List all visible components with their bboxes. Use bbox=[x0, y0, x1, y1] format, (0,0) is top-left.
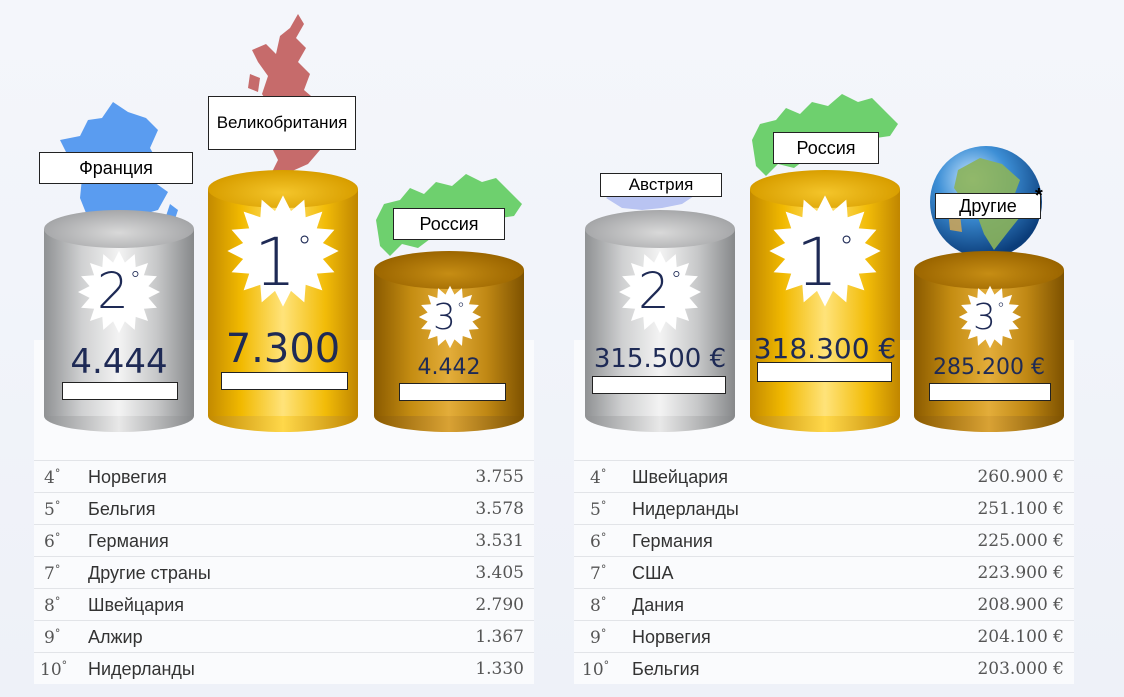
rank-cell: 8° bbox=[44, 595, 61, 616]
table-row: 7° США 223.900 € bbox=[574, 556, 1074, 588]
value-cell: 223.900 € bbox=[977, 563, 1064, 583]
country-cell: Норвегия bbox=[632, 627, 711, 647]
table-row: 9° Алжир 1.367 bbox=[34, 620, 534, 652]
rank-cell: 5° bbox=[44, 499, 61, 520]
value-cell: 204.100 € bbox=[977, 627, 1064, 647]
value-cell: 1.330 bbox=[475, 659, 524, 679]
rank-number: 1° bbox=[254, 224, 312, 301]
country-label: Австрия bbox=[600, 173, 722, 197]
rank-cell: 7° bbox=[44, 563, 61, 584]
table-row: 5° Бельгия 3.578 bbox=[34, 492, 534, 524]
podium-value: 7.300 bbox=[225, 326, 341, 372]
rank-cell: 9° bbox=[44, 627, 61, 648]
country-cell: Бельгия bbox=[88, 499, 156, 519]
value-cell: 225.000 € bbox=[977, 531, 1064, 551]
blank-label-box bbox=[62, 382, 178, 400]
table-row: 7° Другие страны 3.405 bbox=[34, 556, 534, 588]
rank-cell: 5° bbox=[590, 499, 607, 520]
blank-label-box bbox=[592, 376, 726, 394]
ranking-table-left: 4° Норвегия 3.755 5° Бельгия 3.578 6° Германи… bbox=[34, 460, 534, 684]
rank-number: 2° bbox=[637, 262, 683, 320]
country-cell: Алжир bbox=[88, 627, 143, 647]
rank-cell: 4° bbox=[44, 467, 61, 488]
country-cell: Нидерланды bbox=[632, 499, 739, 519]
rank-number: 3° bbox=[973, 297, 1005, 338]
rank-cell: 9° bbox=[590, 627, 607, 648]
country-label: Россия bbox=[393, 208, 505, 240]
table-row: 9° Норвегия 204.100 € bbox=[574, 620, 1074, 652]
country-cell: Нидерланды bbox=[88, 659, 195, 679]
table-row: 5° Нидерланды 251.100 € bbox=[574, 492, 1074, 524]
country-cell: Швейцария bbox=[88, 595, 185, 615]
rank-cell: 7° bbox=[590, 563, 607, 584]
value-cell: 1.367 bbox=[475, 627, 524, 647]
podium-value: 4.444 bbox=[70, 342, 168, 382]
country-cell: США bbox=[632, 563, 674, 583]
country-cell: Швейцария bbox=[632, 467, 729, 487]
rank-number: 3° bbox=[433, 297, 465, 338]
blank-label-box bbox=[757, 362, 892, 382]
rank-number: 2° bbox=[96, 262, 142, 320]
table-row: 4° Швейцария 260.900 € bbox=[574, 460, 1074, 492]
rank-cell: 8° bbox=[590, 595, 607, 616]
ranking-table-right: 4° Швейцария 260.900 € 5° Нидерланды 251.100… bbox=[574, 460, 1074, 684]
podium-value: 315.500 € bbox=[593, 344, 727, 374]
table-row: 10° Бельгия 203.000 € bbox=[574, 652, 1074, 684]
blank-label-box bbox=[221, 372, 348, 390]
rank-number: 1° bbox=[796, 224, 854, 301]
table-row: 6° Германия 225.000 € bbox=[574, 524, 1074, 556]
podium-value: 318.300 € bbox=[753, 332, 897, 365]
value-cell: 251.100 € bbox=[977, 499, 1064, 519]
country-label: Россия bbox=[773, 132, 879, 164]
country-cell: Дания bbox=[632, 595, 684, 615]
table-row: 8° Швейцария 2.790 bbox=[34, 588, 534, 620]
value-cell: 260.900 € bbox=[977, 467, 1064, 487]
country-cell: Германия bbox=[632, 531, 713, 551]
value-cell: 3.531 bbox=[475, 531, 524, 551]
rank-cell: 4° bbox=[590, 467, 607, 488]
table-row: 4° Норвегия 3.755 bbox=[34, 460, 534, 492]
blank-label-box bbox=[399, 383, 506, 401]
table-row: 10° Нидерланды 1.330 bbox=[34, 652, 534, 684]
country-cell: Бельгия bbox=[632, 659, 700, 679]
country-cell: Другие страны bbox=[88, 563, 211, 583]
russia-map-icon bbox=[752, 94, 898, 176]
blank-label-box bbox=[929, 383, 1051, 401]
country-label: Великобритания bbox=[208, 96, 356, 150]
value-cell: 208.900 € bbox=[977, 595, 1064, 615]
footnote-asterisk: * bbox=[1035, 185, 1043, 207]
rank-cell: 10° bbox=[582, 659, 610, 680]
value-cell: 2.790 bbox=[475, 595, 524, 615]
value-cell: 3.578 bbox=[475, 499, 524, 519]
country-label: Другие bbox=[935, 193, 1041, 219]
rank-cell: 10° bbox=[40, 659, 68, 680]
country-label: Франция bbox=[39, 152, 193, 184]
table-row: 6° Германия 3.531 bbox=[34, 524, 534, 556]
country-cell: Норвегия bbox=[88, 467, 167, 487]
country-cell: Германия bbox=[88, 531, 169, 551]
podium-value: 285.200 € bbox=[933, 355, 1045, 380]
value-cell: 3.405 bbox=[475, 563, 524, 583]
rank-cell: 6° bbox=[590, 531, 607, 552]
table-row: 8° Дания 208.900 € bbox=[574, 588, 1074, 620]
value-cell: 3.755 bbox=[475, 467, 524, 487]
rank-cell: 6° bbox=[44, 531, 61, 552]
podium-value: 4.442 bbox=[417, 355, 481, 380]
value-cell: 203.000 € bbox=[977, 659, 1064, 679]
